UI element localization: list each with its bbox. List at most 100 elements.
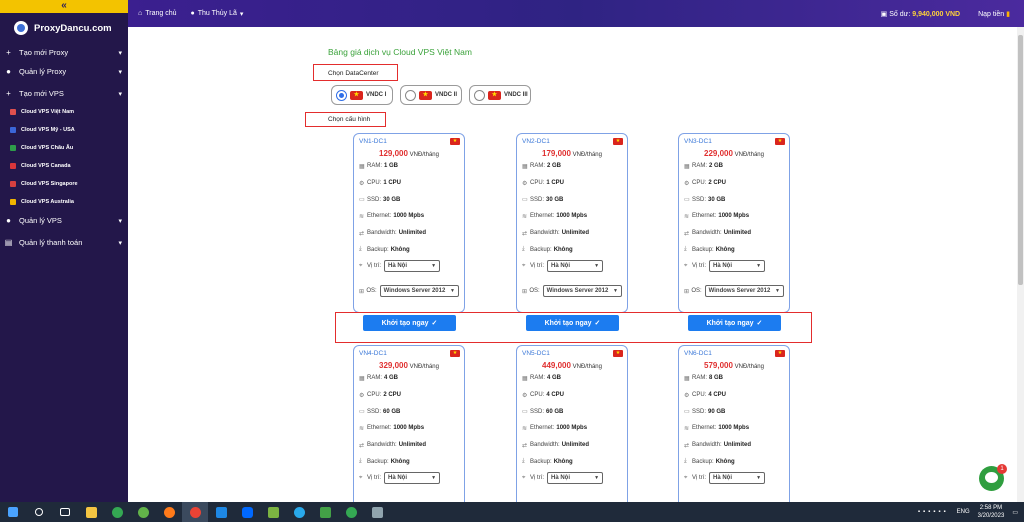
taskbar-app-explorer[interactable] (78, 502, 104, 522)
datacenter-options: ★ VNDC I ★ VNDC II ★ VNDC III (331, 85, 531, 105)
spec-backup: ⤓ Backup: Không (684, 458, 735, 465)
check-icon: ✓ (594, 320, 601, 327)
language-indicator[interactable]: ENG (957, 509, 970, 515)
sidebar-sub-vps-europe[interactable]: Cloud VPS Châu Âu (0, 139, 128, 157)
radio-unselected[interactable] (474, 89, 485, 101)
sidebar-item-create-proxy[interactable]: + Tạo mới Proxy ▾ (0, 43, 128, 62)
spec-bandwidth: ⇄ Bandwidth: Unlimited (684, 230, 752, 237)
download-icon: ⤓ (522, 246, 525, 253)
disk-icon: ▭ (684, 409, 690, 416)
map-pin-icon: ⌖ (359, 262, 363, 269)
sidebar-sub-vps-canada[interactable]: Cloud VPS Canada (0, 157, 128, 175)
windows-icon: ⊞ (359, 288, 365, 295)
cpu-icon: ⚙ (684, 392, 690, 399)
australia-flag-icon (10, 199, 16, 205)
brand[interactable]: ProxyDancu.com (0, 13, 128, 43)
datacenter-label: VNDC II (435, 92, 458, 98)
taskbar-app-notes[interactable] (364, 502, 390, 522)
taskbar-app-chrome-active[interactable] (182, 502, 208, 522)
telegram-icon (293, 506, 305, 518)
plan-price: 229,000 VNĐ/tháng (684, 149, 784, 158)
sidebar-item-manage-vps[interactable]: ● Quản lý VPS ▾ (0, 211, 128, 230)
create-now-button[interactable]: Khởi tạo ngay ✓ (688, 315, 781, 331)
plan-code: VN4-DC1 (359, 350, 387, 357)
location-select[interactable]: Hà Nội ▼ (547, 472, 604, 485)
spec-os: ⊞ OS: Windows Server 2012 ▼ (684, 283, 784, 300)
start-button[interactable] (0, 502, 26, 522)
taskbar-app-chrome-2[interactable] (338, 502, 364, 522)
sidebar-item-label: Quản lý Proxy (19, 67, 67, 76)
notification-icon[interactable]: ▭ (1012, 509, 1018, 516)
spec-ram: ▦ RAM: 2 GB (684, 163, 724, 170)
bandwidth-icon: ⇄ (522, 442, 528, 449)
spec-os: ⊞ OS: Windows Server 2012 ▼ (522, 283, 622, 300)
create-now-button[interactable]: Khởi tạo ngay ✓ (526, 315, 619, 331)
wifi-icon: ≋ (522, 425, 528, 432)
location-select[interactable]: Hà Nội ▼ (547, 260, 604, 273)
sidebar-sub-vps-usa[interactable]: Cloud VPS Mỹ - USA (0, 121, 128, 139)
taskbar-app-telegram[interactable] (286, 502, 312, 522)
sub-item-label: Cloud VPS Canada (21, 163, 71, 169)
user-menu[interactable]: ● Thu Thủy Lã ▾ (191, 10, 244, 18)
tray-icons[interactable]: ▪▪▪▪▪▪ (918, 509, 949, 515)
chat-badge: 1 (997, 464, 1007, 474)
location-select[interactable]: Hà Nội ▼ (709, 260, 766, 273)
location-select[interactable]: Hà Nội ▼ (384, 472, 441, 485)
map-pin-icon: ⌖ (684, 474, 688, 481)
os-select[interactable]: Windows Server 2012 ▼ (379, 285, 459, 298)
folder-icon (85, 506, 97, 518)
sidebar-item-manage-payments[interactable]: ▤ Quản lý thanh toán ▾ (0, 233, 128, 252)
coins-icon: ▮ (1006, 10, 1010, 18)
plan-code: VN1-DC1 (359, 138, 387, 145)
taskbar-app-green[interactable] (130, 502, 156, 522)
config-label: Chọn cấu hình (328, 116, 371, 123)
os-select[interactable]: Windows Server 2012 ▼ (542, 285, 622, 298)
spec-ram: ▦ RAM: 4 GB (359, 375, 399, 382)
home-link[interactable]: ⌂ Trang chủ (138, 10, 177, 17)
vietnam-flag-icon: ★ (450, 350, 460, 357)
spec-ethernet: ≋ Ethernet: 1000 Mpbs (359, 425, 425, 432)
sidebar-sub-vps-australia[interactable]: Cloud VPS Australia (0, 193, 128, 211)
topup-link[interactable]: Nạp tiền ▮ (978, 10, 1010, 18)
create-now-button[interactable]: Khởi tạo ngay ✓ (363, 315, 456, 331)
task-view-button[interactable] (52, 502, 78, 522)
plan-card: VN2-DC1 ★ 179,000 VNĐ/tháng ▦ RAM: 2 GB ⚙ C… (516, 133, 628, 313)
taskbar-app-zalo[interactable] (234, 502, 260, 522)
search-button[interactable] (26, 502, 52, 522)
spec-bandwidth: ⇄ Bandwidth: Unlimited (684, 442, 752, 449)
clock[interactable]: 2:58 PM 3/20/2023 (978, 504, 1005, 520)
chevron-down-icon: ▼ (450, 288, 455, 295)
taskbar-app-photos[interactable] (260, 502, 286, 522)
chat-button[interactable]: 1 (979, 464, 1007, 491)
taskbar-app-chrome[interactable] (104, 502, 130, 522)
bandwidth-icon: ⇄ (359, 230, 365, 237)
datacenter-option-1[interactable]: ★ VNDC I (331, 85, 393, 105)
radio-selected[interactable] (336, 89, 347, 101)
location-select[interactable]: Hà Nội ▼ (384, 260, 441, 273)
cpu-icon: ⚙ (359, 180, 365, 187)
notes-icon (371, 506, 383, 518)
scrollbar[interactable] (1017, 27, 1024, 502)
taskbar-app-blue[interactable] (208, 502, 234, 522)
taskbar-app-camtasia[interactable] (312, 502, 338, 522)
bandwidth-icon: ⇄ (684, 230, 690, 237)
datacenter-option-3[interactable]: ★ VNDC III (469, 85, 531, 105)
sidebar-collapse-button[interactable]: « (0, 0, 128, 13)
radio-unselected[interactable] (405, 89, 416, 101)
taskbar-app-firefox[interactable] (156, 502, 182, 522)
os-select[interactable]: Windows Server 2012 ▼ (704, 285, 784, 298)
spec-ethernet: ≋ Ethernet: 1000 Mpbs (359, 213, 425, 220)
spec-ram: ▦ RAM: 1 GB (359, 163, 399, 170)
task-view-icon (60, 508, 70, 516)
scrollbar-thumb[interactable] (1018, 35, 1023, 285)
sidebar-sub-vps-vietnam[interactable]: Cloud VPS Việt Nam (0, 103, 128, 121)
datacenter-option-2[interactable]: ★ VNDC II (400, 85, 462, 105)
vietnam-flag-icon: ★ (419, 90, 432, 100)
sidebar-item-create-vps[interactable]: + Tạo mới VPS ▾ (0, 84, 128, 103)
sidebar-item-manage-proxy[interactable]: ● Quản lý Proxy ▾ (0, 62, 128, 81)
home-icon: ⌂ (138, 10, 143, 17)
location-select[interactable]: Hà Nội ▼ (709, 472, 766, 485)
user-name: Thu Thủy Lã (197, 10, 237, 17)
price-unit: VNĐ/tháng (572, 152, 602, 158)
sidebar-sub-vps-singapore[interactable]: Cloud VPS Singapore (0, 175, 128, 193)
